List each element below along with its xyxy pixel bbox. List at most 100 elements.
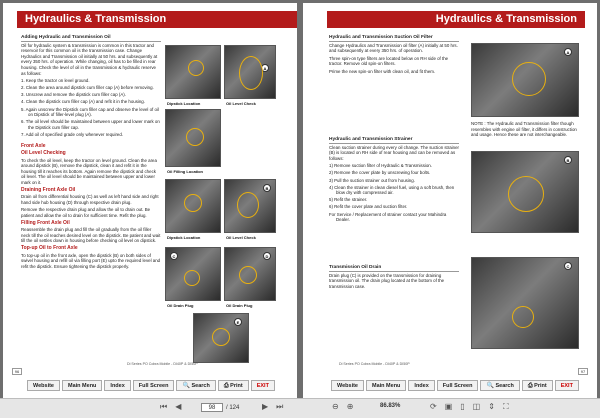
first-page-icon[interactable]: ⏮ [160,402,167,411]
note-block: NOTE : The Hydraulic and Transmission fi… [471,121,579,140]
highlight-ring [212,328,230,346]
prev-page-icon[interactable]: ◀ [175,402,181,411]
dipstick-location-photo [165,45,221,99]
highlight-ring [508,176,544,212]
photo-caption: Dipstick Location [167,101,201,106]
list-item: 2) Remove the cover plate by unscrewing … [329,170,431,176]
list-item: 3. Unscrew and remove the dipstick cum f… [21,92,126,98]
paragraph: Drain oil from differential housing (C) … [21,194,159,205]
single-page-icon[interactable]: ▯ [460,402,464,411]
nav-bar: Website Main Menu Index Full Screen 🔍 Se… [331,379,581,392]
search-button[interactable]: 🔍 Search [176,380,216,391]
search-icon: 🔍 [486,383,494,389]
viewer-status-bar: ⏮ ◀ 98 / 124 ▶ ⏭ ⊖ ⊕ 86.83% ⟳ ▣ ▯ ◫ ⇕ ⛶ [0,398,600,418]
last-page-icon[interactable]: ⏭ [276,402,283,411]
rotate-icon[interactable]: ⟳ [430,402,437,411]
photo-caption: Dipstick Location [167,235,201,240]
list-item: 1) Remove suction filter of Hydraulic & … [329,163,432,169]
search-icon: 🔍 [182,383,190,389]
print-button[interactable]: ⎙ Print [217,380,249,391]
paragraph: Change Hydraulics and Transmission oil f… [329,42,458,54]
list-item: For Service / Replacement of strainer co… [329,211,447,223]
front-axle-dipstick-photo [165,179,221,233]
full-screen-button[interactable]: Full Screen [436,380,479,391]
page-number: 96 [12,368,22,375]
search-button[interactable]: 🔍 Search [480,380,520,391]
list-item: 5) Refit the strainer. [329,197,368,203]
highlight-ring [239,56,263,90]
full-screen-button[interactable]: Full Screen [132,380,175,391]
right-text-column-middle: Hydraulic and Transmission Strainer Clea… [329,135,459,224]
page-left: Hydraulics & Transmission Adding Hydraul… [3,3,297,398]
section-title: Transmission Oil Drain [329,265,459,272]
callout-c: C [564,262,572,270]
drain-plug-d-photo: D [224,247,276,301]
callout-d: D [263,252,271,260]
list-item: 6. The oil level should be maintained be… [21,119,160,130]
page-total: / 124 [226,404,240,411]
list-item: 5. Again unscrew the Dipstick cum filler… [21,106,159,118]
photo-caption: Oil Level Check [226,235,256,240]
transmission-drain-plug-photo: C [471,257,579,349]
scroll-icon[interactable]: ⇕ [488,402,495,411]
section-title: Hydraulic and Transmission Strainer [329,137,459,144]
filling-port-e-photo: E [193,313,249,363]
page-banner: Hydraulics & Transmission [327,11,585,28]
paragraph: Clean suction strainer during every oil … [329,144,459,161]
paragraph: Three spin-on type filters are located b… [329,55,449,67]
fit-page-icon[interactable]: ▣ [445,402,453,411]
page-banner: Hydraulics & Transmission [17,11,297,28]
paragraph: Drain plug (C) is provided on the transm… [329,272,445,289]
document-viewer: Hydraulics & Transmission Adding Hydraul… [0,0,600,418]
paragraph: Oil for hydraulic system & transmission … [21,42,158,76]
page-input[interactable]: 98 [201,403,223,412]
callout-b: B [564,156,572,164]
layout-tools: ⟳ ▣ ▯ ◫ ⇕ ⛶ [430,402,517,412]
next-page-icon[interactable]: ▶ [262,402,268,411]
exit-button[interactable]: EXIT [554,380,579,391]
left-text-column: Adding Hydraulic and Transmission Oil Oi… [21,33,161,271]
main-menu-button[interactable]: Main Menu [366,380,407,391]
subsection-title: Filling Front Axle Oil [21,219,70,226]
website-button[interactable]: Website [331,380,364,391]
subsection-title: Top-up Oil to Front Axle [21,245,78,251]
front-axle-oil-level-photo: B [224,179,276,233]
view-tools: ⊖ ⊕ [332,402,361,411]
fullscreen-icon[interactable]: ⛶ [503,402,509,411]
photo-caption: Oil Drain Plug [167,303,194,308]
right-text-column-bottom: Transmission Oil Drain Drain plug (C) is… [329,263,459,291]
suction-filter-photo: A [471,43,579,117]
list-item: 2. Clean the area around dipstick cum fi… [21,85,154,91]
zoom-level[interactable]: 86.83% [380,403,400,409]
note-text: NOTE : The Hydraulic and Transmission fi… [471,121,577,138]
website-button[interactable]: Website [27,380,60,391]
index-button[interactable]: Index [408,380,435,391]
list-item: 4) Clean the strainer in clean diesel fu… [329,184,455,196]
print-label: Print [534,383,547,389]
zoom-out-icon[interactable]: ⊖ [332,402,339,411]
print-button[interactable]: ⎙ Print [521,380,553,391]
callout-a: A [564,48,572,56]
list-item: 1. Keep the tractor on level ground. [21,78,90,84]
zoom-in-icon[interactable]: ⊕ [347,402,354,411]
index-button[interactable]: Index [104,380,131,391]
page-indicator: 98 / 124 [198,403,239,412]
highlight-ring [186,128,204,146]
highlight-ring [188,60,204,76]
drain-plug-c-photo: C [165,247,221,301]
section-title: Adding Hydraulic and Transmission Oil [21,35,161,42]
highlight-ring [237,192,259,218]
strainer-photo: B [471,151,579,233]
paragraph: To check the oil level, keep the tractor… [21,157,157,186]
printer-icon: ⎙ [527,383,533,389]
oil-level-check-photo: A [224,45,276,99]
highlight-ring [184,194,202,212]
callout-c: C [170,252,178,260]
callout-b: B [263,184,271,192]
main-menu-button[interactable]: Main Menu [62,380,103,391]
two-page-icon[interactable]: ◫ [473,402,481,411]
list-item: 6) Refit the cover plate and suction fil… [329,204,408,210]
page-right: Hydraulics & Transmission Hydraulic and … [303,3,597,398]
section-title: Front Axle [21,142,46,149]
exit-button[interactable]: EXIT [250,380,275,391]
